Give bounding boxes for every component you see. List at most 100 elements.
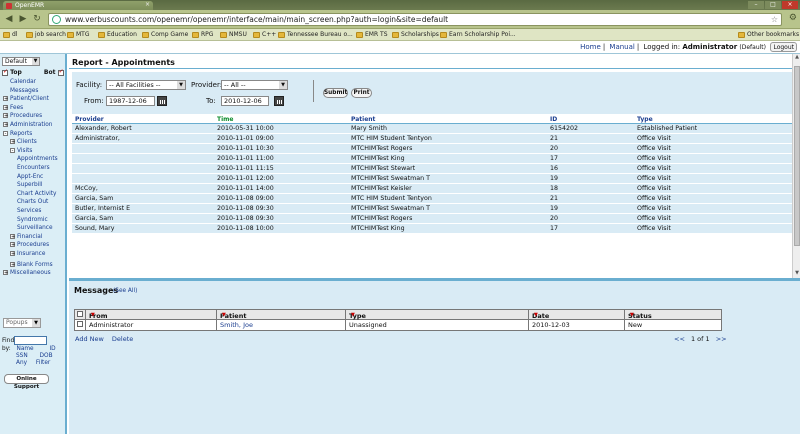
nav-item[interactable]: Appt-Enc bbox=[17, 174, 43, 180]
reload-icon[interactable]: ↻ bbox=[31, 13, 43, 25]
popups-select[interactable]: Popups ▼ bbox=[3, 318, 41, 328]
nav-item[interactable]: + Clients bbox=[10, 139, 37, 145]
pager-prev[interactable]: << bbox=[674, 335, 685, 343]
see-all-link[interactable]: (See All) bbox=[113, 288, 137, 294]
nav-item[interactable]: Chart Activity bbox=[17, 191, 56, 197]
expand-icon[interactable]: + bbox=[10, 242, 15, 248]
expand-icon[interactable]: + bbox=[3, 122, 8, 128]
table-row[interactable]: Garcia, Sam 2010-11-08 09:30 MTCHIMTest Ro… bbox=[72, 214, 797, 224]
nav-item[interactable]: Appointments bbox=[17, 156, 58, 162]
submit-button[interactable]: Submit bbox=[323, 88, 348, 98]
table-row[interactable]: Garcia, Sam 2010-11-08 09:00 MTC HIM Stude… bbox=[72, 194, 797, 204]
find-by-name[interactable]: Name bbox=[17, 346, 34, 352]
provider-select[interactable]: -- All -- ▼ bbox=[221, 80, 288, 90]
table-row[interactable]: Butler, Internist E 2010-11-08 09:30 MTCHI… bbox=[72, 204, 797, 214]
window-close-button[interactable]: × bbox=[782, 1, 798, 9]
collapse-icon[interactable]: - bbox=[3, 130, 8, 136]
expand-icon[interactable]: + bbox=[3, 96, 8, 102]
table-row[interactable]: Administrator Smith, Joe Unassigned 2010-12… bbox=[75, 320, 721, 330]
nav-item[interactable]: Charts Out bbox=[17, 199, 48, 205]
table-row[interactable]: 2010-11-01 12:00 MTCHIMTest Sweatman T 19 O… bbox=[72, 174, 797, 184]
expand-icon[interactable]: + bbox=[3, 104, 8, 110]
from-date-input[interactable]: 1987-12-06 bbox=[106, 96, 155, 106]
table-row[interactable]: Administrator, 2010-11-01 09:00 MTC HIM St… bbox=[72, 134, 797, 144]
manual-link[interactable]: Manual bbox=[609, 43, 634, 51]
find-by-filter[interactable]: Filter bbox=[36, 360, 50, 366]
table-row[interactable]: 2010-11-01 11:15 MTCHIMTest Stewart 16 Offi… bbox=[72, 164, 797, 174]
table-row[interactable]: McCoy, 2010-11-01 14:00 MTCHIMTest Keisler… bbox=[72, 184, 797, 194]
nav-item[interactable]: Messages bbox=[10, 88, 38, 94]
expand-icon[interactable]: + bbox=[10, 251, 15, 257]
nav-item[interactable]: - Reports bbox=[3, 130, 32, 137]
select-all-checkbox[interactable] bbox=[77, 311, 83, 317]
nav-item[interactable]: - Visits bbox=[10, 147, 32, 154]
bookmark-item[interactable]: RPG bbox=[192, 30, 213, 40]
column-header-id[interactable]: ID bbox=[550, 116, 557, 123]
bookmark-item[interactable]: Scholarships bbox=[392, 30, 439, 40]
logout-button[interactable]: Logout bbox=[770, 42, 797, 52]
bookmark-item[interactable]: dl bbox=[3, 30, 17, 40]
table-row[interactable]: 2010-11-01 10:30 MTCHIMTest Rogers 20 Offic… bbox=[72, 144, 797, 154]
add-new-link[interactable]: Add New bbox=[75, 335, 104, 343]
main-scrollbar[interactable]: ▲ ▼ bbox=[792, 54, 800, 278]
nav-item[interactable]: + Administration bbox=[3, 122, 52, 128]
browser-tab[interactable]: OpenEMR × bbox=[3, 1, 153, 10]
nav-item[interactable]: Services bbox=[17, 208, 41, 214]
forward-icon[interactable]: ▶ bbox=[17, 13, 29, 25]
column-header-type[interactable]: Type bbox=[637, 116, 653, 123]
cell-patient[interactable]: Smith, Joe bbox=[220, 321, 253, 329]
nav-item[interactable]: + Insurance bbox=[10, 251, 45, 257]
maximize-button[interactable]: □ bbox=[765, 1, 781, 9]
table-row[interactable]: 2010-11-01 11:00 MTCHIMTest King 17 Office … bbox=[72, 154, 797, 164]
nav-item[interactable]: + Patient/Client bbox=[3, 96, 49, 102]
bookmark-item[interactable]: Tennessee Bureau o... bbox=[278, 30, 353, 40]
home-link[interactable]: Home bbox=[580, 43, 601, 51]
nav-item[interactable]: + Fees bbox=[3, 104, 23, 111]
expand-icon[interactable]: + bbox=[10, 261, 15, 267]
row-checkbox[interactable] bbox=[77, 321, 83, 327]
print-button[interactable]: Print bbox=[351, 88, 372, 98]
other-bookmarks[interactable]: Other bookmarks bbox=[738, 30, 799, 40]
nav-item[interactable]: Encounters bbox=[17, 165, 50, 171]
online-support-button[interactable]: Online Support bbox=[4, 374, 49, 390]
nav-item[interactable]: + Procedures bbox=[3, 113, 42, 119]
nav-item[interactable]: + Miscellaneous bbox=[3, 270, 51, 276]
find-by-id[interactable]: ID bbox=[49, 346, 55, 352]
nav-mode-select[interactable]: Default ▼ bbox=[2, 57, 40, 66]
scroll-down-icon[interactable]: ▼ bbox=[793, 270, 800, 278]
back-icon[interactable]: ◀ bbox=[3, 13, 15, 25]
address-bar[interactable]: www.verbuscounts.com/openemr/openemr/int… bbox=[48, 13, 782, 26]
facility-select[interactable]: -- All Facilities -- ▼ bbox=[106, 80, 186, 90]
bookmark-item[interactable]: MTG bbox=[67, 30, 90, 40]
nav-item[interactable]: Surveillance bbox=[17, 225, 53, 231]
table-row[interactable]: Alexander, Robert 2010-05-31 10:00 Mary Sm… bbox=[72, 124, 797, 134]
column-header-patient[interactable]: Patient bbox=[351, 116, 375, 123]
scroll-up-icon[interactable]: ▲ bbox=[793, 54, 800, 62]
table-row[interactable]: Sound, Mary 2010-11-08 10:00 MTCHIMTest Ki… bbox=[72, 224, 797, 234]
nav-item[interactable]: Superbill bbox=[17, 182, 43, 188]
expand-icon[interactable]: + bbox=[10, 233, 15, 239]
calendar-icon[interactable] bbox=[157, 96, 167, 106]
nav-item[interactable]: + Procedures bbox=[10, 242, 49, 248]
minimize-button[interactable]: – bbox=[748, 1, 764, 9]
bookmark-item[interactable]: C++ bbox=[253, 30, 276, 40]
find-by-dob[interactable]: DOB bbox=[40, 353, 53, 359]
calendar-icon[interactable] bbox=[274, 96, 284, 106]
nav-item[interactable]: + Financial bbox=[10, 233, 42, 240]
bot-checkbox[interactable] bbox=[57, 68, 64, 76]
nav-item[interactable]: Syndromic bbox=[17, 217, 48, 223]
bookmark-item[interactable]: job search bbox=[26, 30, 66, 40]
find-by-ssn[interactable]: SSN bbox=[16, 353, 28, 359]
find-by-any[interactable]: Any bbox=[16, 360, 27, 366]
bookmark-item[interactable]: NMSU bbox=[220, 30, 247, 40]
nav-item[interactable]: + Blank Forms bbox=[10, 261, 53, 268]
expand-icon[interactable]: + bbox=[3, 270, 8, 276]
bookmark-star-icon[interactable]: ☆ bbox=[771, 14, 778, 25]
expand-icon[interactable]: + bbox=[10, 139, 15, 145]
nav-item[interactable]: Calendar bbox=[10, 79, 36, 85]
scroll-thumb[interactable] bbox=[794, 66, 800, 246]
column-header-time[interactable]: Time bbox=[217, 116, 233, 123]
bookmark-item[interactable]: Comp Game bbox=[142, 30, 188, 40]
find-input[interactable] bbox=[14, 336, 47, 345]
bookmark-item[interactable]: Earn Scholarship Poi... bbox=[440, 30, 516, 40]
